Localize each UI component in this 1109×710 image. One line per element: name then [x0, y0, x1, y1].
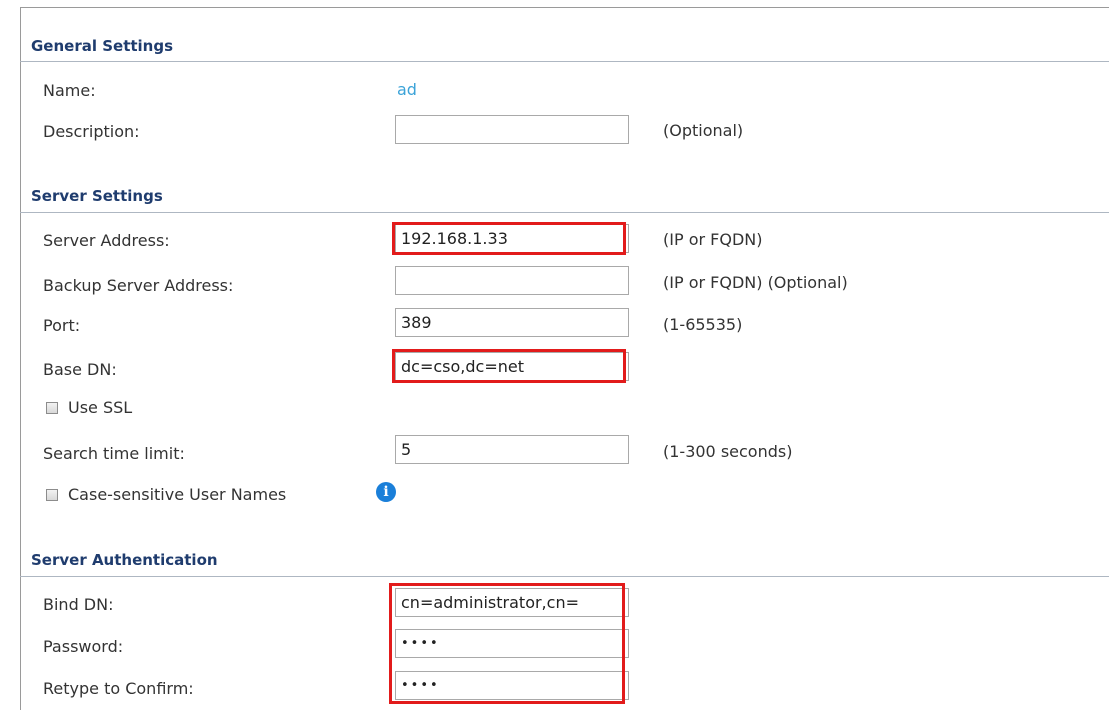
backup-server-address-label: Backup Server Address:	[43, 276, 234, 295]
use-ssl-checkbox[interactable]	[46, 402, 58, 414]
port-hint: (1-65535)	[663, 315, 743, 334]
server-address-input[interactable]	[395, 224, 629, 253]
name-label: Name:	[43, 81, 96, 100]
panel-left-border	[20, 7, 21, 710]
description-label: Description:	[43, 122, 140, 141]
info-icon[interactable]: i	[376, 482, 396, 502]
search-time-limit-input[interactable]	[395, 435, 629, 464]
description-hint: (Optional)	[663, 121, 744, 140]
name-value: ad	[397, 80, 417, 99]
base-dn-input[interactable]	[395, 352, 629, 381]
server-address-hint: (IP or FQDN)	[663, 230, 763, 249]
password-input[interactable]: ••••	[395, 629, 629, 658]
server-authentication-divider	[20, 576, 1109, 577]
bind-dn-label: Bind DN:	[43, 595, 114, 614]
description-input[interactable]	[395, 115, 629, 144]
base-dn-label: Base DN:	[43, 360, 117, 379]
retype-password-label: Retype to Confirm:	[43, 679, 194, 698]
general-settings-title: General Settings	[31, 37, 174, 55]
server-authentication-title: Server Authentication	[31, 551, 218, 569]
bind-dn-input[interactable]: cn=administrator,cn=	[395, 588, 629, 617]
backup-server-address-hint: (IP or FQDN) (Optional)	[663, 273, 848, 292]
search-time-limit-hint: (1-300 seconds)	[663, 442, 793, 461]
retype-password-input[interactable]: ••••	[395, 671, 629, 700]
port-label: Port:	[43, 316, 81, 335]
general-settings-divider	[20, 61, 1109, 62]
server-settings-divider	[20, 212, 1109, 213]
case-sensitive-checkbox[interactable]	[46, 489, 58, 501]
use-ssl-label: Use SSL	[68, 398, 133, 417]
server-address-label: Server Address:	[43, 231, 170, 250]
port-input[interactable]	[395, 308, 629, 337]
case-sensitive-label: Case-sensitive User Names	[68, 485, 287, 504]
password-label: Password:	[43, 637, 124, 656]
backup-server-address-input[interactable]	[395, 266, 629, 295]
panel-top-border	[20, 7, 1109, 8]
search-time-limit-label: Search time limit:	[43, 444, 185, 463]
server-settings-title: Server Settings	[31, 187, 163, 205]
